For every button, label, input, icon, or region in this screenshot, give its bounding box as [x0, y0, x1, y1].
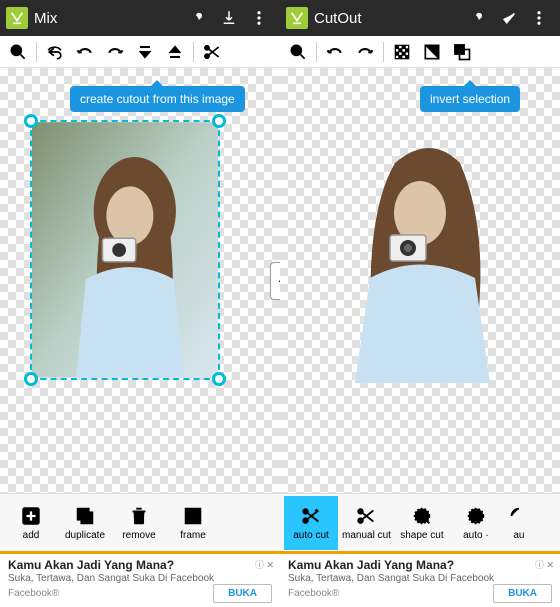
duplicate-button[interactable]: duplicate [58, 496, 112, 550]
app-icon [6, 7, 28, 29]
undo-icon[interactable] [41, 38, 69, 66]
ad-sub: Suka, Tertawa, Dan Sangat Suka Di Facebo… [8, 573, 272, 584]
invert-icon[interactable] [418, 38, 446, 66]
cutout-toolbar [280, 36, 560, 68]
more-button[interactable]: au [503, 496, 535, 550]
ad-cta-button[interactable]: BUKA [213, 584, 272, 603]
scissors-icon[interactable] [198, 38, 226, 66]
mix-titlebar: Mix [0, 0, 280, 36]
undo-icon[interactable] [71, 38, 99, 66]
checker-icon[interactable] [388, 38, 416, 66]
help-icon[interactable] [184, 0, 214, 36]
scissors-auto-icon [299, 504, 323, 528]
autocut-button[interactable]: auto cut [284, 496, 338, 550]
mix-ad[interactable]: ⓘ Kamu Akan Jadi Yang Mana? Suka, Tertaw… [0, 551, 280, 607]
remove-button[interactable]: remove [112, 496, 166, 550]
overflow-icon[interactable] [524, 0, 554, 36]
redo-icon[interactable] [351, 38, 379, 66]
selected-image[interactable] [30, 120, 220, 380]
redo-icon[interactable] [101, 38, 129, 66]
add-button[interactable]: add [4, 496, 58, 550]
cutout-bottombar: auto cut manual cut shape cut auto · au [280, 493, 560, 551]
undo-icon[interactable] [321, 38, 349, 66]
partial-icon [507, 504, 531, 528]
auto-button[interactable]: auto · [449, 496, 503, 550]
app-icon [286, 7, 308, 29]
help-icon[interactable] [464, 0, 494, 36]
zoom-in-icon[interactable] [284, 38, 312, 66]
resize-handle-tl[interactable] [24, 114, 38, 128]
ad-title: Kamu Akan Jadi Yang Mana? [288, 558, 552, 572]
shapecut-button[interactable]: shape cut [395, 496, 449, 550]
resize-handle-br[interactable] [212, 372, 226, 386]
cutout-pane: CutOut [280, 0, 560, 607]
cutout-title: CutOut [314, 10, 362, 27]
ad-badge-icon[interactable]: ⓘ [535, 558, 554, 571]
shape-icon [410, 504, 434, 528]
scissors-icon [354, 504, 378, 528]
cutout-ad[interactable]: ⓘ Kamu Akan Jadi Yang Mana? Suka, Tertaw… [280, 551, 560, 607]
mix-bottombar: add duplicate remove frame [0, 493, 280, 551]
overflow-icon[interactable] [244, 0, 274, 36]
mix-tooltip: create cutout from this image [70, 86, 245, 112]
move-down-icon[interactable] [161, 38, 189, 66]
ad-site: Facebook® [288, 588, 339, 599]
duplicate-icon [73, 504, 97, 528]
frame-button[interactable]: frame [166, 496, 220, 550]
mix-title: Mix [34, 10, 57, 27]
mix-canvas[interactable]: create cutout from this image [0, 68, 280, 493]
download-icon[interactable] [214, 0, 244, 36]
cutout-titlebar: CutOut [280, 0, 560, 36]
cutout-tooltip: invert selection [420, 86, 520, 112]
trash-icon [127, 504, 151, 528]
resize-handle-bl[interactable] [24, 372, 38, 386]
ad-badge-icon[interactable]: ⓘ [255, 558, 274, 571]
confirm-icon[interactable] [494, 0, 524, 36]
target-icon [464, 504, 488, 528]
ad-site: Facebook® [8, 588, 59, 599]
cutout-result [320, 123, 520, 383]
mix-pane: Mix [0, 0, 280, 607]
drawer-handle-icon[interactable]: ⦙⦙ [270, 262, 280, 300]
mask-icon[interactable] [448, 38, 476, 66]
ad-title: Kamu Akan Jadi Yang Mana? [8, 558, 272, 572]
manualcut-button[interactable]: manual cut [338, 496, 395, 550]
frame-icon [181, 504, 205, 528]
zoom-out-icon[interactable] [4, 38, 32, 66]
resize-handle-tr[interactable] [212, 114, 226, 128]
plus-icon [19, 504, 43, 528]
move-up-icon[interactable] [131, 38, 159, 66]
ad-cta-button[interactable]: BUKA [493, 584, 552, 603]
ad-sub: Suka, Tertawa, Dan Sangat Suka Di Facebo… [288, 573, 552, 584]
mix-toolbar [0, 36, 280, 68]
cutout-canvas[interactable]: invert selection [280, 68, 560, 493]
